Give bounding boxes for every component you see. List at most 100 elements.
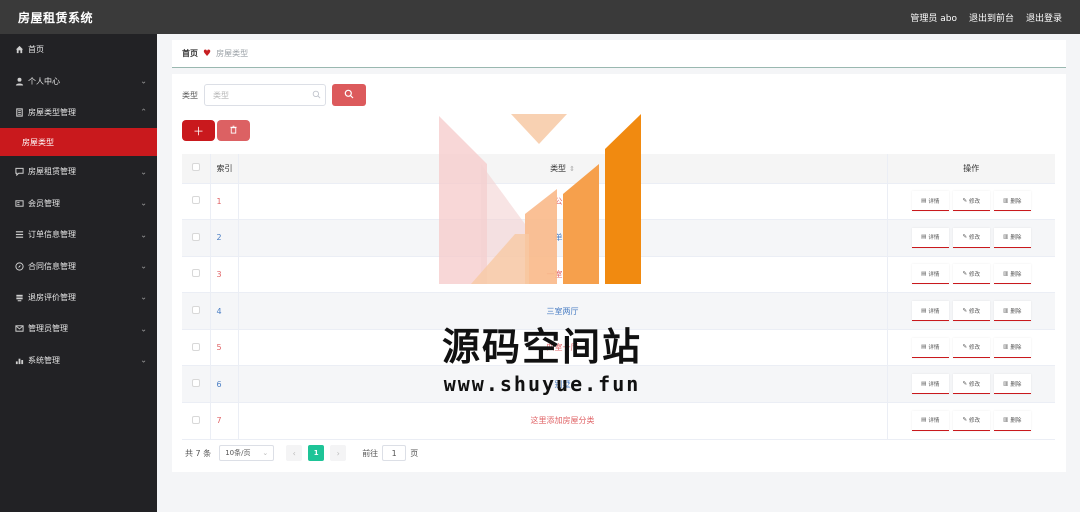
row-checkbox[interactable] (191, 196, 200, 205)
sidebar-item-home[interactable]: 首页 (0, 34, 157, 65)
back-to-front-link[interactable]: 退出到前台 (969, 11, 1014, 24)
sort-icon[interactable]: ⇕ (569, 165, 575, 173)
delete-label: 删除 (1010, 235, 1022, 242)
search-icon (312, 90, 321, 102)
breadcrumb-current: 房屋类型 (216, 49, 249, 58)
search-row: 类型 (182, 84, 366, 106)
chat-icon (12, 167, 26, 177)
delete-button[interactable]: ▥ 删除 (993, 374, 1031, 395)
goto-page-input[interactable]: 1 (382, 445, 407, 461)
document-icon: ▤ (921, 344, 927, 351)
page-size-select[interactable]: 10条/页 ⌄ (219, 445, 275, 461)
sidebar-item-system-mgmt[interactable]: 系统管理 ⌄ (0, 345, 157, 376)
edit-button[interactable]: ✎ 修改 (952, 374, 990, 395)
detail-button[interactable]: ▤ 详情 (911, 227, 949, 248)
edit-button[interactable]: ✎ 修改 (952, 191, 990, 212)
row-checkbox-cell (182, 183, 210, 221)
edit-button[interactable]: ✎ 修改 (952, 227, 990, 248)
trash-icon (229, 125, 238, 137)
delete-button[interactable]: ▥ 删除 (993, 191, 1031, 212)
add-button[interactable]: ＋ (182, 120, 215, 141)
edit-button[interactable]: ✎ 修改 (952, 264, 990, 285)
delete-button[interactable]: ▥ 删除 (993, 301, 1031, 322)
select-all-checkbox[interactable] (191, 163, 200, 172)
sidebar-item-member-mgmt[interactable]: 会员管理 ⌄ (0, 188, 157, 219)
chevron-down-icon: ⌄ (140, 167, 147, 177)
breadcrumb: 首页 ♥ 房屋类型 (172, 40, 1066, 68)
edit-label: 修改 (969, 308, 981, 315)
sidebar: 首页 个人中心 ⌄ 房屋类型管理 ⌃ 房屋类型 房屋租赁管理 ⌄ 会员管理 ⌄ (0, 34, 157, 512)
delete-label: 删除 (1010, 308, 1022, 315)
edit-label: 修改 (969, 381, 981, 388)
sidebar-item-label: 退房评价管理 (28, 292, 76, 302)
detail-button[interactable]: ▤ 详情 (911, 264, 949, 285)
delete-button[interactable]: ▥ 删除 (993, 227, 1031, 248)
goto-prefix: 前往 (362, 448, 379, 458)
sidebar-item-profile[interactable]: 个人中心 ⌄ (0, 65, 157, 96)
detail-button[interactable]: ▤ 详情 (911, 301, 949, 322)
pencil-icon: ✎ (962, 417, 968, 424)
mail-icon (12, 324, 26, 333)
table-header-row: 索引 类型 ⇕ 操作 (182, 154, 1055, 184)
row-index: 3 (209, 256, 238, 294)
sidebar-item-rental-mgmt[interactable]: 房屋租赁管理 ⌄ (0, 156, 157, 187)
sidebar-subitem-label: 房屋类型 (22, 137, 54, 147)
sidebar-item-admin-mgmt[interactable]: 管理员管理 ⌄ (0, 313, 157, 344)
batch-delete-button[interactable] (217, 120, 250, 141)
index-header-label: 索引 (216, 163, 233, 173)
breadcrumb-home[interactable]: 首页 (182, 48, 198, 59)
page-number-active[interactable]: 1 (308, 445, 325, 461)
row-type: 三室两厅 (237, 292, 887, 330)
type-header[interactable]: 类型 ⇕ (237, 154, 887, 184)
row-ops-cell: ▤ 详情 ✎ 修改 ▥ 删除 (886, 183, 1056, 221)
prev-page-button[interactable]: ‹ (286, 445, 303, 461)
table-row: 7 这里添加房屋分类 ▤ 详情 ✎ 修改 ▥ 删除 (182, 402, 1056, 440)
edit-button[interactable]: ✎ 修改 (952, 410, 990, 431)
row-actions: ▤ 详情 ✎ 修改 ▥ 删除 (888, 410, 1056, 431)
type-header-label: 类型 (550, 163, 567, 173)
detail-button[interactable]: ▤ 详情 (911, 191, 949, 212)
detail-label: 详情 (928, 235, 940, 242)
delete-button[interactable]: ▥ 删除 (993, 337, 1031, 358)
edit-button[interactable]: ✎ 修改 (952, 301, 990, 322)
row-checkbox[interactable] (191, 269, 200, 278)
search-field (204, 84, 326, 106)
edit-label: 修改 (969, 345, 981, 352)
ops-header: 操作 (886, 154, 1055, 184)
row-index: 2 (209, 219, 238, 257)
edit-label: 修改 (969, 418, 981, 425)
row-index: 4 (209, 292, 238, 330)
chevron-down-icon: ⌄ (140, 355, 147, 365)
row-checkbox[interactable] (191, 342, 200, 351)
logout-link[interactable]: 退出登录 (1026, 11, 1062, 24)
row-type: 四室一厅 (237, 329, 887, 367)
row-checkbox[interactable] (191, 415, 200, 424)
detail-button[interactable]: ▤ 详情 (911, 374, 949, 395)
sidebar-item-review-mgmt[interactable]: 退房评价管理 ⌄ (0, 282, 157, 313)
row-actions: ▤ 详情 ✎ 修改 ▥ 删除 (888, 191, 1056, 212)
sidebar-subitem-house-type[interactable]: 房屋类型 (0, 128, 157, 157)
sidebar-item-order-mgmt[interactable]: 订单信息管理 ⌄ (0, 219, 157, 250)
sidebar-item-contract-mgmt[interactable]: 合同信息管理 ⌄ (0, 250, 157, 281)
row-ops-cell: ▤ 详情 ✎ 修改 ▥ 删除 (886, 402, 1056, 440)
sidebar-item-label: 系统管理 (28, 355, 60, 365)
row-ops-cell: ▤ 详情 ✎ 修改 ▥ 删除 (886, 256, 1055, 294)
row-checkbox[interactable] (191, 379, 200, 388)
chart-icon (12, 356, 26, 365)
delete-button[interactable]: ▥ 删除 (993, 264, 1031, 285)
search-input[interactable] (205, 85, 325, 105)
row-checkbox[interactable] (191, 306, 200, 315)
detail-button[interactable]: ▤ 详情 (911, 337, 949, 358)
edit-button[interactable]: ✎ 修改 (952, 337, 990, 358)
trash-icon: ▥ (1003, 234, 1009, 241)
card-icon (12, 199, 26, 208)
delete-button[interactable]: ▥ 删除 (993, 410, 1031, 431)
pencil-icon: ✎ (962, 234, 968, 241)
next-page-button[interactable]: › (330, 445, 347, 461)
row-checkbox[interactable] (191, 232, 200, 241)
search-button[interactable] (332, 84, 366, 106)
sidebar-item-label: 订单信息管理 (28, 230, 76, 240)
row-type: 一室一厅 (237, 256, 887, 294)
sidebar-item-house-type-mgmt[interactable]: 房屋类型管理 ⌃ (0, 97, 157, 128)
detail-button[interactable]: ▤ 详情 (911, 410, 949, 431)
